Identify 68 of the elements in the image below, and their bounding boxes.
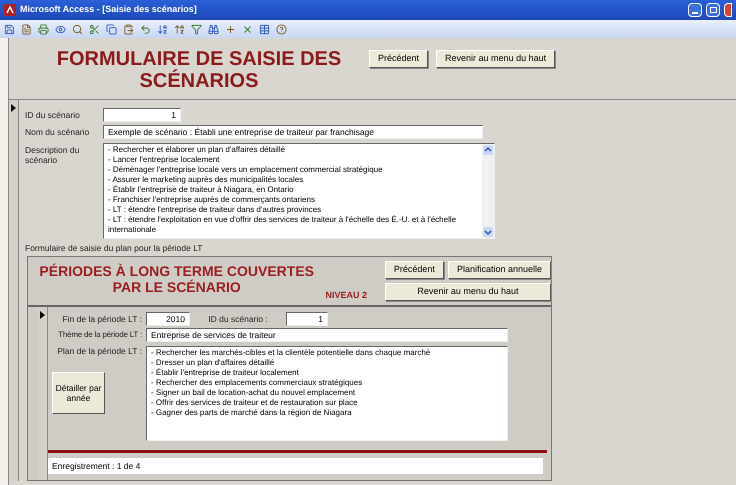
field-label: Description du scénario <box>25 144 80 165</box>
text-line: - LT : étendre l'entreprise de traiteur dans d'autres provinces <box>108 205 322 215</box>
current-record-icon <box>11 104 16 112</box>
toolbar-icon[interactable] <box>4 24 15 34</box>
field-label: Plan de la période LT : <box>57 346 142 356</box>
field-label: ID du scénario : <box>207 314 269 324</box>
text-line: internationale <box>108 225 158 235</box>
scrollbar[interactable] <box>482 144 494 238</box>
text-line: - Dresser un plan d'affaires détaillé <box>151 358 276 368</box>
text-line: - Assurer le marketing auprès des municipalités locales <box>108 175 304 185</box>
text-line: - Offrir des services de traiteur et de restauration sur place <box>151 398 359 408</box>
close-button[interactable] <box>724 3 732 17</box>
toolbar-icon[interactable] <box>174 24 185 34</box>
field-label: Nom du scénario <box>25 127 90 137</box>
text-line: - Lancer l'entreprise localement <box>108 155 220 165</box>
field-label: Formulaire de saisie du plan pour la période LT <box>25 243 204 253</box>
scroll-down-icon[interactable] <box>483 227 493 237</box>
toolbar-icon[interactable] <box>55 24 66 34</box>
minimize-button[interactable] <box>688 3 702 17</box>
toolbar-icon[interactable] <box>106 24 117 34</box>
level-label: NIVEAU 2 <box>325 289 368 302</box>
text-line: - Établir l'entreprise de traiteur à Niagara, en Ontario <box>108 185 295 195</box>
toolbar-icon[interactable] <box>38 24 49 34</box>
toolbar-icon[interactable] <box>123 24 134 34</box>
form-button[interactable]: Revenir au menu du haut <box>436 50 556 68</box>
form-button[interactable]: Précédent <box>384 261 444 279</box>
form-title: FORMULAIRE DE SAISIE DES SCÉNARIOS <box>56 48 342 92</box>
toolbar-icon[interactable] <box>225 24 236 34</box>
app-icon <box>4 4 16 16</box>
form-button[interactable]: Revenir au menu du haut <box>384 283 551 301</box>
toolbar-icon[interactable] <box>140 24 151 34</box>
form-button[interactable]: Précédent <box>369 50 428 68</box>
toolbar-icon[interactable] <box>21 24 32 34</box>
detail-button[interactable]: Détailler par année <box>52 372 105 414</box>
memo-field[interactable] <box>146 346 508 441</box>
window-title: Microsoft Access - [Saisie des scénarios] <box>20 3 198 16</box>
text-line: - Gagner des parts de marché dans la région de Niagara <box>151 408 353 418</box>
record-counter: Enregistrement : 1 de 4 <box>48 458 543 474</box>
toolbar-icon[interactable] <box>191 24 202 34</box>
memo-field[interactable] <box>103 143 495 239</box>
scroll-up-icon[interactable] <box>483 145 493 155</box>
toolbar-icon[interactable] <box>89 24 100 34</box>
field-label: Fin de la période LT : <box>61 314 143 324</box>
input-field[interactable]: 2010 <box>146 312 190 326</box>
toolbar-icon[interactable] <box>157 24 168 34</box>
current-record-icon <box>40 311 45 319</box>
field-label: ID du scénario <box>25 110 81 120</box>
input-field[interactable]: Entreprise de services de traiteur <box>146 328 508 342</box>
text-line: - Déménager l'entreprise locale vers un emplacement commercial stratégique <box>108 165 384 175</box>
toolbar-icon[interactable] <box>259 24 270 34</box>
input-field[interactable]: 1 <box>103 108 181 122</box>
input-field[interactable]: Exemple de scénario : Établi une entreprise de traiteur par franchisage <box>103 125 483 139</box>
text-line: - Rechercher les marchés-cibles et la clientèle potentielle dans chaque marché <box>151 348 432 358</box>
toolbar-icon[interactable] <box>242 24 253 34</box>
text-line: - Signer un bail de location-achat du nouvel emplacement <box>151 388 356 398</box>
toolbar-icon[interactable] <box>72 24 83 34</box>
restore-button[interactable] <box>706 3 720 17</box>
text-line: - LT : étendre l'exploitation en vue d'offrir des services de traiteur à l'échelle des É.-U. et à l'échelle <box>108 215 458 225</box>
input-field[interactable]: 1 <box>286 312 328 326</box>
form-button[interactable]: Planification annuelle <box>448 261 551 279</box>
text-line: - Rechercher et élaborer un plan d'affaires détaillé <box>108 145 286 155</box>
subform-title: PÉRIODES À LONG TERME COUVERTES PAR LE SCÉNARIO <box>38 262 316 297</box>
toolbar-icon[interactable] <box>276 24 287 34</box>
text-line: - Rechercher des emplacements commerciaux stratégiques <box>151 378 364 388</box>
toolbar-icon[interactable] <box>208 24 219 34</box>
field-label: Thème de la période LT : <box>57 330 143 340</box>
text-line: - Établir l'entreprise de traiteur localement <box>151 368 300 378</box>
text-line: - Franchiser l'entreprise auprès de commerçants ontariens <box>108 195 316 205</box>
